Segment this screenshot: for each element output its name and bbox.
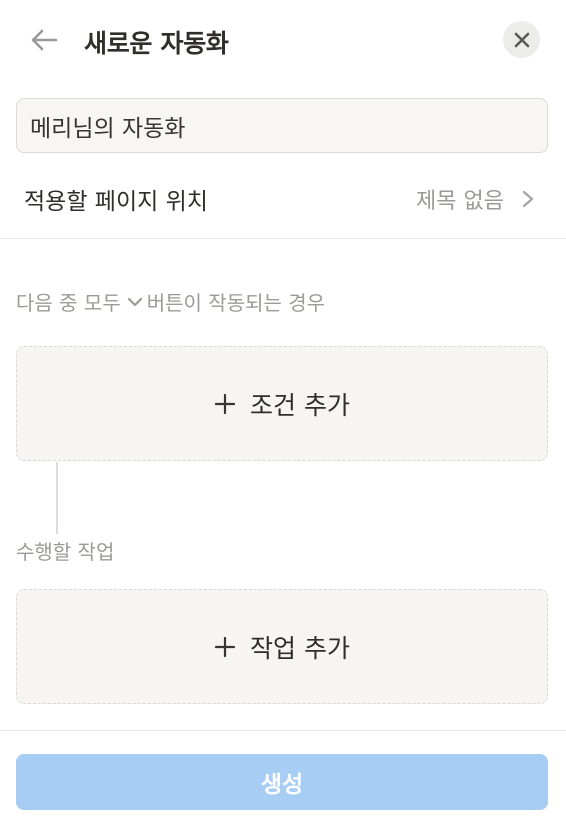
- arrow-left-icon: [31, 29, 58, 51]
- plus-icon: [214, 636, 236, 657]
- add-condition-label: 조건 추가: [250, 390, 350, 420]
- divider: [0, 238, 566, 239]
- trigger-mode-dropdown[interactable]: 다음 중 모두: [16, 287, 147, 316]
- add-action-button[interactable]: 작업 추가: [16, 589, 548, 704]
- back-button[interactable]: [24, 22, 64, 58]
- trigger-description: 다음 중 모두 버튼이 작동되는 경우: [16, 287, 325, 316]
- page-location-row[interactable]: 적용할 페이지 위치 제목 없음: [0, 168, 566, 228]
- action-section-label: 수행할 작업: [16, 540, 115, 564]
- automation-name-input[interactable]: [16, 98, 548, 153]
- create-button[interactable]: 생성: [16, 754, 548, 810]
- plus-icon: [214, 393, 236, 414]
- automation-panel: 새로운 자동화 적용할 페이지 위치 제목 없음 다음 중 모두 버튼이 작동되…: [0, 0, 566, 836]
- page-title: 새로운 자동화: [84, 29, 229, 58]
- create-button-label: 생성: [260, 772, 304, 798]
- chevron-down-icon: [127, 297, 142, 306]
- page-location-label: 적용할 페이지 위치: [24, 189, 208, 215]
- add-action-label: 작업 추가: [250, 633, 350, 663]
- close-icon: [514, 32, 529, 47]
- trigger-mode-label: 다음 중 모두: [16, 291, 121, 315]
- footer-divider: [0, 730, 566, 731]
- header: 새로운 자동화: [0, 0, 566, 80]
- add-condition-button[interactable]: 조건 추가: [16, 346, 548, 461]
- close-button[interactable]: [503, 21, 540, 58]
- flow-connector: [56, 462, 58, 534]
- chevron-right-icon: [522, 190, 534, 208]
- trigger-suffix: 버튼이 작동되는 경우: [146, 291, 326, 315]
- page-location-value: 제목 없음: [416, 189, 504, 214]
